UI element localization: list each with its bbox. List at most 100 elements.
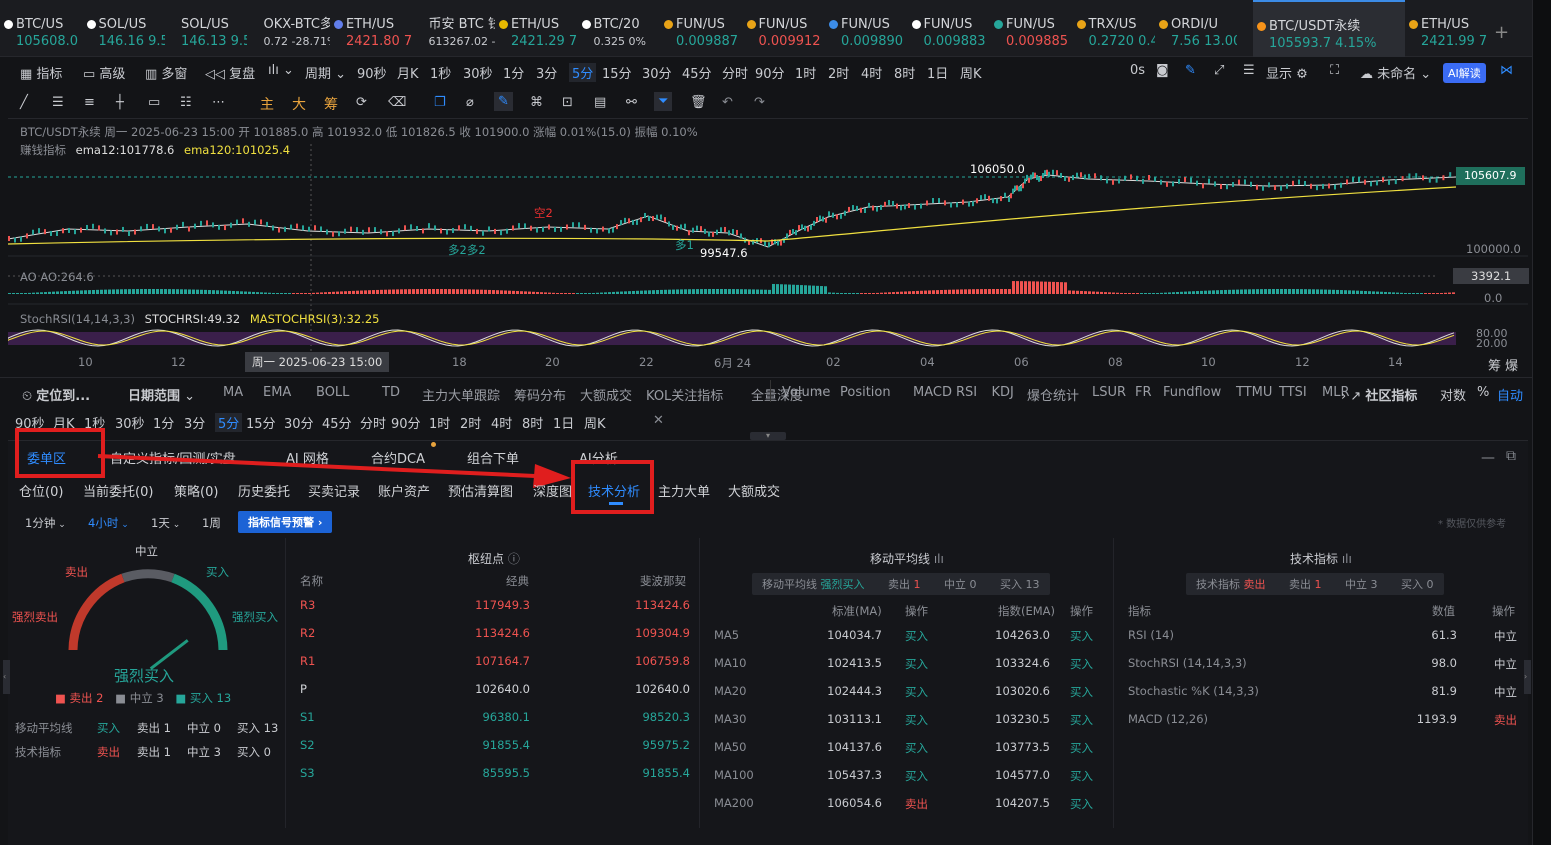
- period-option-2[interactable]: 2时: [460, 413, 481, 432]
- draw-icon[interactable]: ✎: [1185, 63, 1196, 78]
- indicator-option-2[interactable]: Volume: [782, 385, 830, 400]
- indicator-option[interactable]: TD: [382, 385, 400, 400]
- period-option[interactable]: 周K: [960, 63, 982, 82]
- period-option[interactable]: 3分: [536, 63, 557, 82]
- advanced-button[interactable]: ▭ 高级: [83, 63, 125, 82]
- chip-toggle[interactable]: 筹: [324, 94, 338, 114]
- binoculars-icon[interactable]: ⌘: [530, 95, 543, 110]
- ticker-tab[interactable]: FUN/US 0.009885: [990, 0, 1072, 57]
- sub-tab[interactable]: 预估清算图: [448, 481, 513, 500]
- minimize-icon[interactable]: —: [1481, 450, 1495, 466]
- ticker-tab[interactable]: ETH/US 2421.99 7: [1405, 0, 1487, 57]
- maximize-icon[interactable]: ⧉: [1506, 448, 1516, 464]
- indicator-option[interactable]: BOLL: [316, 385, 349, 400]
- ticker-tab[interactable]: FUN/US 0.009912: [743, 0, 825, 57]
- ticker-tab[interactable]: FUN/US 0.009890: [825, 0, 907, 57]
- refresh-icon[interactable]: ⟳: [356, 95, 367, 110]
- redo-icon[interactable]: ↷: [754, 95, 765, 110]
- period-option[interactable]: 1秒: [430, 63, 451, 82]
- ticker-tab[interactable]: ORDI/U 7.56 13.00: [1155, 0, 1237, 57]
- multi-window-button[interactable]: ▥ 多窗: [145, 63, 187, 82]
- ticker-tab[interactable]: SOL/US 146.13 9.5: [165, 0, 247, 57]
- percent-toggle[interactable]: %: [1477, 385, 1489, 400]
- trash-icon[interactable]: 🗑: [690, 95, 707, 110]
- period-option[interactable]: 90秒: [357, 63, 387, 82]
- period-option-2[interactable]: 1分: [153, 413, 174, 432]
- more-icon[interactable]: ⋯: [212, 95, 225, 110]
- scroll-left-handle[interactable]: ‹: [3, 660, 10, 694]
- indicator-option-2[interactable]: TTSI: [1279, 385, 1307, 400]
- period-option-2[interactable]: 90分: [391, 413, 421, 432]
- period-option-2[interactable]: 1日: [553, 413, 574, 432]
- ticker-tab[interactable]: BTC/20 0.325 0%: [578, 0, 660, 57]
- locate-button[interactable]: ⏲ 定位到...: [22, 385, 90, 404]
- fullscreen-icon[interactable]: ⤢: [1214, 63, 1224, 78]
- indicator-option-2[interactable]: Position: [840, 385, 891, 400]
- date-range-dropdown[interactable]: 日期范围 ⌄: [128, 385, 195, 404]
- community-indicator-button[interactable]: › ↗ 社区指标: [1341, 385, 1417, 404]
- period-option[interactable]: 5分: [569, 63, 597, 82]
- period-option-2[interactable]: 4时: [491, 413, 512, 432]
- period-option[interactable]: 30秒: [463, 63, 493, 82]
- parallel-lines-icon[interactable]: ☰: [52, 95, 64, 110]
- rect-icon[interactable]: ▭: [148, 95, 160, 110]
- share-icon[interactable]: ⋈: [1500, 63, 1513, 78]
- big-toggle[interactable]: 大: [292, 94, 306, 114]
- fib-icon[interactable]: ☷: [180, 95, 192, 110]
- time-filter[interactable]: 4小时 ⌄: [88, 515, 129, 531]
- eraser-icon[interactable]: ⌫: [388, 95, 406, 110]
- period-option[interactable]: 1日: [927, 63, 948, 82]
- indicator-option[interactable]: 筹码分布: [514, 385, 566, 404]
- sub-tab[interactable]: 仓位(0): [19, 481, 63, 500]
- filter-icon[interactable]: ⏷: [654, 92, 673, 111]
- sub-tab[interactable]: 历史委托: [238, 481, 290, 500]
- period-option[interactable]: 月K: [397, 63, 419, 82]
- indicator-option-2[interactable]: RSI: [956, 385, 977, 400]
- indicator-button[interactable]: ▦ 指标: [20, 63, 62, 82]
- indicator-option[interactable]: 主力大单跟踪: [422, 385, 500, 404]
- log-scale-toggle[interactable]: 对数: [1440, 385, 1466, 404]
- ticker-tab[interactable]: ETH/US 2421.80 7: [330, 0, 412, 57]
- time-filter[interactable]: 1分钟 ⌄: [25, 515, 66, 531]
- replay-button[interactable]: ◁◁ 复盘: [205, 63, 255, 82]
- period-option-2[interactable]: 3分: [184, 413, 205, 432]
- pen-icon[interactable]: ✎: [494, 92, 513, 111]
- signal-alert-button[interactable]: 指标信号预警 ›: [238, 511, 333, 533]
- collapse-handle[interactable]: ▾: [750, 432, 786, 440]
- auto-scale-toggle[interactable]: 自动: [1497, 385, 1523, 404]
- sub-tab[interactable]: 当前委托(0): [83, 481, 153, 500]
- time-filter[interactable]: 1天 ⌄: [151, 515, 180, 531]
- period-option-2[interactable]: 30秒: [115, 413, 145, 432]
- sub-tab[interactable]: 买卖记录: [308, 481, 360, 500]
- trendline-icon[interactable]: ╱: [20, 95, 28, 110]
- period-option-2[interactable]: 45分: [322, 413, 352, 432]
- indicator-option-2[interactable]: FR: [1135, 385, 1152, 400]
- period-option[interactable]: 8时: [894, 63, 915, 82]
- period-option[interactable]: 2时: [828, 63, 849, 82]
- period-option-2[interactable]: 1时: [429, 413, 450, 432]
- period-option[interactable]: 90分: [755, 63, 785, 82]
- list-icon[interactable]: ☰: [1243, 63, 1255, 78]
- main-toggle[interactable]: 主: [260, 94, 274, 114]
- scroll-right-handle[interactable]: ›: [1524, 660, 1531, 694]
- undo-icon[interactable]: ↶: [722, 95, 733, 110]
- indicator-option-2[interactable]: KDJ: [992, 385, 1014, 400]
- hline-icon[interactable]: ┼: [116, 95, 124, 110]
- hlines-icon[interactable]: ≡: [84, 95, 95, 110]
- period-option[interactable]: 分时: [722, 63, 748, 82]
- ticker-tab[interactable]: OKX-BTC多 0.72 -28.71%: [248, 0, 330, 57]
- indicator-option-2[interactable]: Fundflow: [1163, 385, 1221, 400]
- sub-tab[interactable]: 主力大单: [658, 481, 710, 500]
- period-option[interactable]: 45分: [682, 63, 712, 82]
- help-icon[interactable]: ⓘ: [508, 552, 520, 566]
- close-period-bar-icon[interactable]: ✕: [653, 413, 664, 428]
- period-option[interactable]: 1时: [795, 63, 816, 82]
- ticker-tab[interactable]: 币安 BTC 钱 613267.02 -(: [413, 0, 495, 57]
- display-button[interactable]: 显示 ⚙: [1266, 63, 1308, 82]
- layout-dropdown[interactable]: ☁ 未命名 ⌄: [1360, 63, 1431, 82]
- period-option-2[interactable]: 5分: [215, 413, 243, 432]
- indicator-option-2[interactable]: MACD: [913, 385, 952, 400]
- period-option[interactable]: 1分: [503, 63, 524, 82]
- indicator-option[interactable]: EMA: [263, 385, 291, 400]
- period-dropdown[interactable]: 周期 ⌄: [305, 63, 346, 82]
